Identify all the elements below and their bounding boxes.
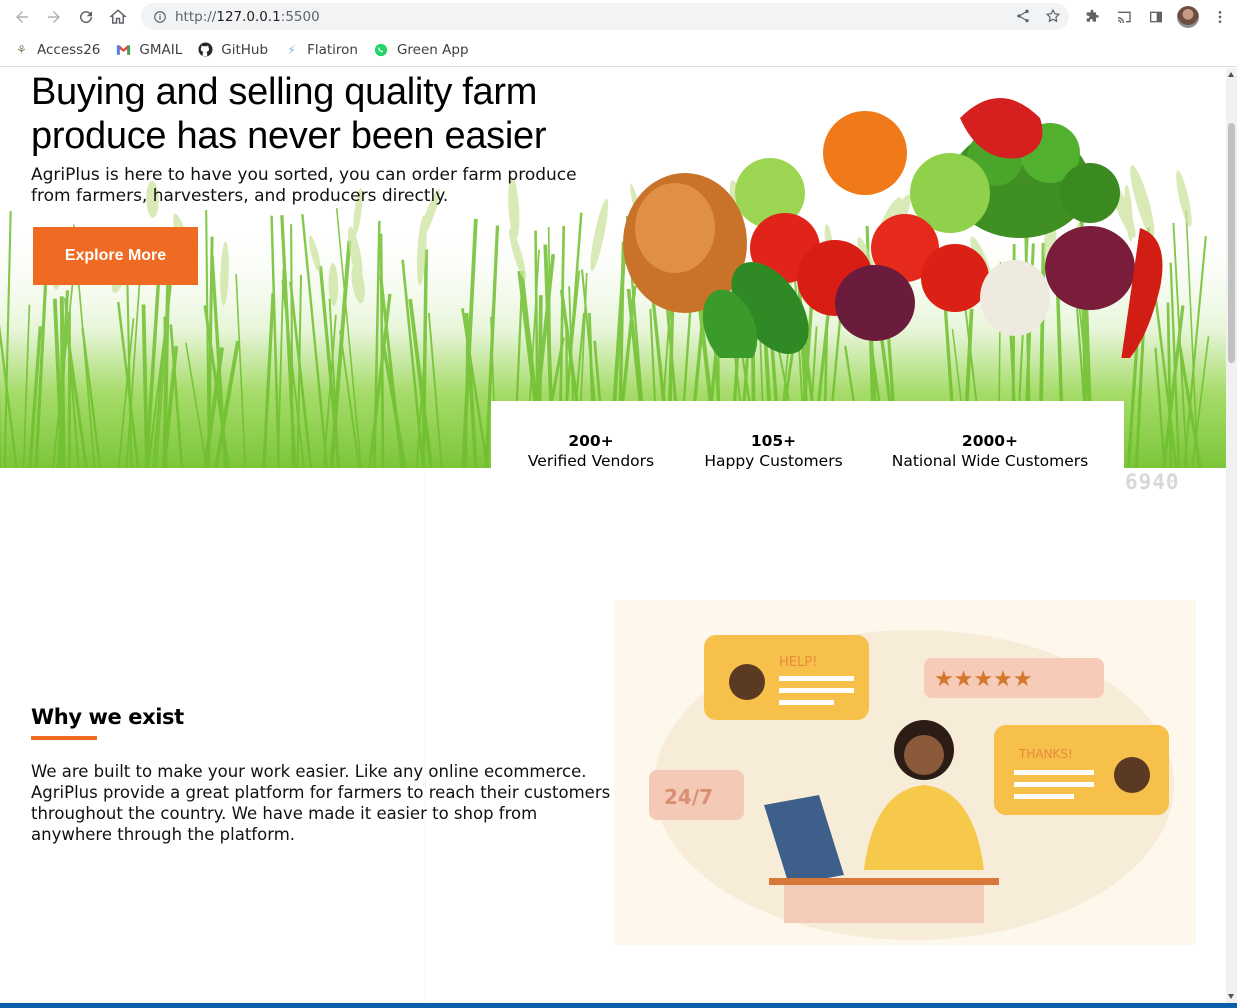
kebab-menu-icon [1218,10,1222,23]
bookmark-label: Green App [396,41,469,58]
gmail-icon [116,42,131,57]
divider [425,470,426,1003]
stat-verified-vendors: 200+ Verified Vendors [491,401,691,501]
scroll-thumb[interactable] [1228,123,1235,363]
side-panel-icon [1150,11,1162,22]
stats-card: 200+ Verified Vendors 105+ Happy Custome… [491,401,1124,501]
stat-national-customers: 2000+ National Wide Customers [856,401,1124,501]
bookmark-label: GitHub [221,41,269,58]
bookmark-access26[interactable]: ⚘ Access26 [14,42,100,58]
explore-more-button[interactable]: Explore More [33,227,198,285]
bookmarks-bar: ⚘ Access26 GMAIL GitHub ⚡ Flatiron Green… [0,33,1237,67]
why-we-exist-body: We are built to make your work easier. L… [31,762,611,844]
arrow-right-icon [48,10,60,23]
bookmark-star-icon[interactable] [1045,8,1061,24]
whatsapp-icon [374,42,389,57]
scroll-down-arrow[interactable] [1228,994,1234,999]
url-text: http://127.0.0.1:5500 [175,9,320,25]
bookmark-label: Access26 [37,41,101,58]
extensions-button[interactable] [1080,5,1104,29]
back-button[interactable] [6,1,38,33]
help-bubble-text: HELP! [779,655,817,670]
home-icon [109,8,127,24]
url-host: 127.0.0.1 [216,8,281,25]
tree-icon: ⚘ [16,42,27,57]
bookmark-github[interactable]: GitHub [198,42,268,58]
github-icon [198,42,213,57]
home-button[interactable] [102,1,134,33]
taskbar-edge [0,1003,1237,1008]
profile-button[interactable] [1176,5,1200,29]
toolbar-right [1080,0,1232,33]
flatiron-icon: ⚡ [287,42,296,57]
share-icon[interactable] [1015,8,1031,24]
hero-section: Buying and selling quality farm produce … [0,68,1226,501]
menu-button[interactable] [1208,5,1232,29]
arrow-left-icon [16,10,28,23]
avatar [1177,5,1199,28]
stat-value: 2000+ [961,432,1019,450]
url-port: :5500 [280,8,320,25]
info-icon[interactable] [153,10,167,24]
stat-value: 200+ [568,432,614,450]
scroll-up-arrow[interactable] [1228,72,1234,77]
thanks-bubble-text: THANKS! [1018,747,1073,761]
reload-button[interactable] [70,1,102,33]
hero-subtitle: AgriPlus is here to have you sorted, you… [31,165,577,206]
url-scheme: http:// [175,8,217,25]
cast-button[interactable] [1112,5,1136,29]
puzzle-icon [1086,9,1099,22]
reload-icon [80,10,93,23]
bookmark-label: GMAIL [139,41,183,58]
hero-title: Buying and selling quality farm produce … [31,71,547,157]
grass-blade [465,335,469,468]
badge-24-7: 24/7 [664,785,713,809]
why-we-exist-heading: Why we exist [31,705,184,729]
stat-value: 105+ [750,432,797,450]
cast-icon [1117,11,1131,23]
customer-support-illustration: HELP! ★★★★★ 24/7 THANKS! [614,600,1196,945]
browser-toolbar: http://127.0.0.1:5500 [0,0,1237,33]
bookmark-green-app[interactable]: Green App [374,42,469,58]
page-scrollbar[interactable] [1226,68,1237,1003]
omnibox-actions [1015,8,1061,24]
bookmark-label: Flatiron [307,41,358,58]
page-viewport: Buying and selling quality farm produce … [0,68,1226,1003]
bookmark-flatiron[interactable]: ⚡ Flatiron [284,42,358,58]
forward-button[interactable] [38,1,70,33]
bookmark-gmail[interactable]: GMAIL [116,42,182,58]
stat-label: Verified Vendors [527,452,655,470]
watermark-number: 6940 [1125,470,1180,494]
stat-label: Happy Customers [704,452,843,470]
five-star-rating: ★★★★★ [934,667,1033,692]
heading-underline [31,736,97,740]
stat-label: National Wide Customers [891,452,1089,470]
vegetables-image [623,98,1163,358]
stat-happy-customers: 105+ Happy Customers [691,401,856,501]
side-panel-button[interactable] [1144,5,1168,29]
address-bar[interactable]: http://127.0.0.1:5500 [141,3,1069,30]
